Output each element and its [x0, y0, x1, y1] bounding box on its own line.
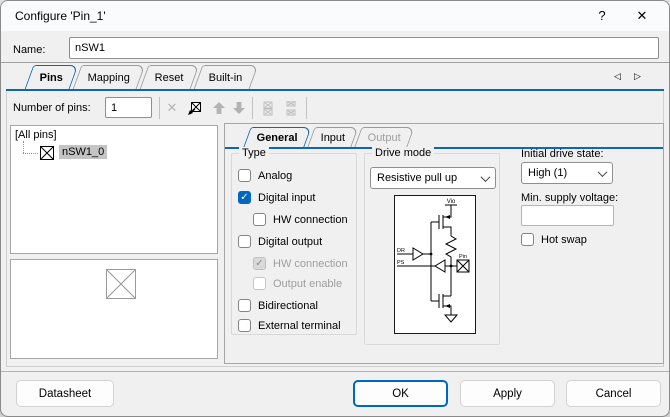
checkbox-digital-output[interactable]: Digital output: [238, 235, 322, 248]
move-pin-up-button[interactable]: [210, 99, 228, 117]
separator-above-buttons: [1, 371, 670, 372]
close-button[interactable]: ✕: [631, 6, 653, 26]
min-supply-voltage-input[interactable]: [521, 205, 614, 226]
diagram-dr-label: DR: [397, 248, 405, 254]
checkbox-box[interactable]: [238, 299, 251, 312]
name-label: Name:: [13, 44, 45, 56]
separator-under-name: [1, 62, 670, 63]
number-of-pins-input[interactable]: [105, 97, 152, 118]
checkbox-label: HW connection: [273, 258, 348, 270]
checkbox-box[interactable]: [238, 191, 251, 204]
checkbox-box: [253, 277, 266, 290]
toolbar-separator: [306, 97, 307, 119]
checkbox-box[interactable]: [238, 235, 251, 248]
diagram-vio-label: Vio: [447, 199, 456, 205]
group-pins-button[interactable]: [259, 99, 277, 117]
dialog-title: Configure 'Pin_1': [15, 9, 106, 23]
initial-drive-state-value: High (1): [528, 167, 567, 179]
chevron-down-icon: [598, 167, 608, 177]
type-group-title: Type: [239, 147, 269, 159]
apply-button[interactable]: Apply: [460, 380, 555, 407]
tab-scroll-right-icon[interactable]: ▷: [634, 71, 641, 82]
ungroup-pins-icon: [285, 101, 297, 116]
checkbox-hw-connection-input[interactable]: HW connection: [253, 213, 348, 226]
tab-output[interactable]: Output: [355, 127, 415, 147]
checkbox-label: Analog: [258, 170, 292, 182]
drive-mode-value: Resistive pull up: [377, 172, 457, 184]
checkbox-analog[interactable]: Analog: [238, 169, 292, 182]
checkbox-box: [253, 257, 266, 270]
name-input[interactable]: [69, 37, 659, 59]
min-supply-voltage-label: Min. supply voltage:: [521, 192, 618, 204]
tab-input[interactable]: Input: [307, 127, 359, 147]
move-pin-down-button[interactable]: [230, 99, 248, 117]
cancel-button[interactable]: Cancel: [566, 380, 661, 407]
pin-config-panel: General Input Output Type Analog Digital…: [224, 123, 664, 364]
pin-symbol-preview: [106, 269, 136, 299]
tab-mapping[interactable]: Mapping: [73, 65, 146, 89]
drive-mode-diagram: Vio DR PS Pin: [394, 195, 476, 334]
toolbar-separator: [252, 97, 253, 119]
delete-icon: ✕: [167, 100, 178, 116]
checkbox-digital-input[interactable]: Digital input: [238, 191, 315, 204]
type-group: Type Analog Digital input HW connection …: [231, 153, 357, 335]
arrow-down-icon: [233, 102, 245, 114]
drive-mode-select[interactable]: Resistive pull up: [370, 167, 496, 189]
checkbox-label: Bidirectional: [258, 300, 318, 312]
pins-tree-panel[interactable]: [All pins] nSW1_0: [10, 125, 218, 254]
tree-root-label[interactable]: [All pins]: [15, 129, 57, 141]
tab-scroll-left-icon[interactable]: ◁: [614, 71, 621, 82]
checkbox-label: External terminal: [258, 320, 341, 332]
delete-pin-button[interactable]: ✕: [163, 99, 181, 117]
checkbox-box[interactable]: [238, 169, 251, 182]
checkbox-label: HW connection: [273, 214, 348, 226]
configure-pin-dialog: Configure 'Pin_1' ? ✕ Name: Pins Mapping…: [0, 0, 670, 417]
drive-mode-group: Drive mode Resistive pull up: [364, 153, 500, 345]
diagram-ps-label: PS: [397, 260, 405, 266]
ungroup-pins-button[interactable]: [282, 99, 300, 117]
checkbox-hw-connection-output: HW connection: [253, 257, 348, 270]
tab-pins[interactable]: Pins: [25, 65, 79, 89]
checkbox-hot-swap[interactable]: Hot swap: [521, 233, 587, 246]
checkbox-label: Output enable: [273, 278, 342, 290]
diagram-pin-label: Pin: [459, 254, 467, 260]
number-of-pins-label: Number of pins:: [13, 102, 91, 114]
inner-tab-strip: General Input Output: [247, 127, 411, 147]
tree-item-nsw1-0[interactable]: nSW1_0: [59, 145, 107, 159]
checkbox-output-enable: Output enable: [253, 277, 342, 290]
checkbox-label: Digital output: [258, 236, 322, 248]
arrow-up-icon: [213, 102, 225, 114]
chevron-down-icon: [481, 172, 491, 182]
checkbox-box[interactable]: [253, 213, 266, 226]
tab-built-in[interactable]: Built-in: [194, 65, 258, 89]
main-tab-strip: Pins Mapping Reset Built-in: [29, 65, 254, 89]
checkbox-label: Digital input: [258, 192, 315, 204]
checkbox-box[interactable]: [238, 319, 251, 332]
checkbox-bidirectional[interactable]: Bidirectional: [238, 299, 318, 312]
initial-drive-state-select[interactable]: High (1): [521, 162, 613, 184]
checkbox-label: Hot swap: [541, 234, 587, 246]
initial-drive-state-label: Initial drive state:: [521, 148, 604, 160]
add-pin-button[interactable]: [185, 99, 203, 117]
drive-mode-title: Drive mode: [372, 147, 434, 159]
help-icon: ?: [598, 8, 605, 23]
add-pin-icon: [187, 101, 202, 116]
tree-connector: [23, 141, 24, 153]
ok-button[interactable]: OK: [353, 380, 448, 407]
symbol-preview-panel: [10, 259, 218, 359]
help-button[interactable]: ?: [591, 6, 613, 26]
tree-connector: [23, 153, 38, 154]
toolbar-separator: [159, 97, 160, 119]
checkbox-box[interactable]: [521, 233, 534, 246]
datasheet-button[interactable]: Datasheet: [16, 380, 114, 407]
pin-icon: [40, 146, 54, 160]
title-bar: Configure 'Pin_1' ? ✕: [1, 1, 669, 31]
resistive-pull-up-schematic: Vio DR PS Pin: [395, 196, 475, 333]
tab-general[interactable]: General: [243, 127, 311, 147]
close-icon: ✕: [637, 8, 648, 23]
checkbox-external-terminal[interactable]: External terminal: [238, 319, 341, 332]
group-pins-icon: [262, 101, 274, 116]
tab-reset[interactable]: Reset: [140, 65, 199, 89]
